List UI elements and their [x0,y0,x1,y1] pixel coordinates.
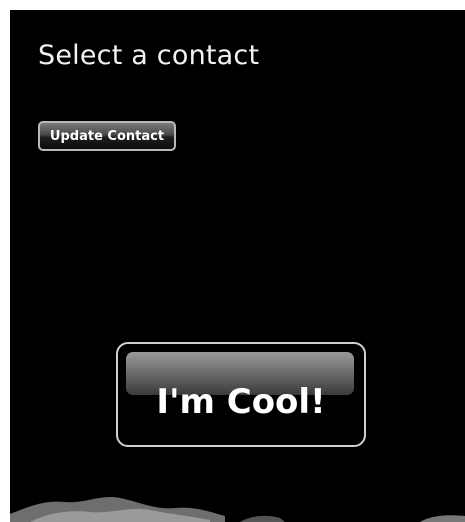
page-title: Select a contact [38,40,260,71]
smoke-decoration [10,497,465,522]
update-contact-button[interactable]: Update Contact [38,121,176,151]
app-screen: Select a contact Update Contact I'm Cool… [10,10,465,522]
im-cool-button-label: I'm Cool! [156,382,326,422]
im-cool-button[interactable]: I'm Cool! [116,342,366,447]
